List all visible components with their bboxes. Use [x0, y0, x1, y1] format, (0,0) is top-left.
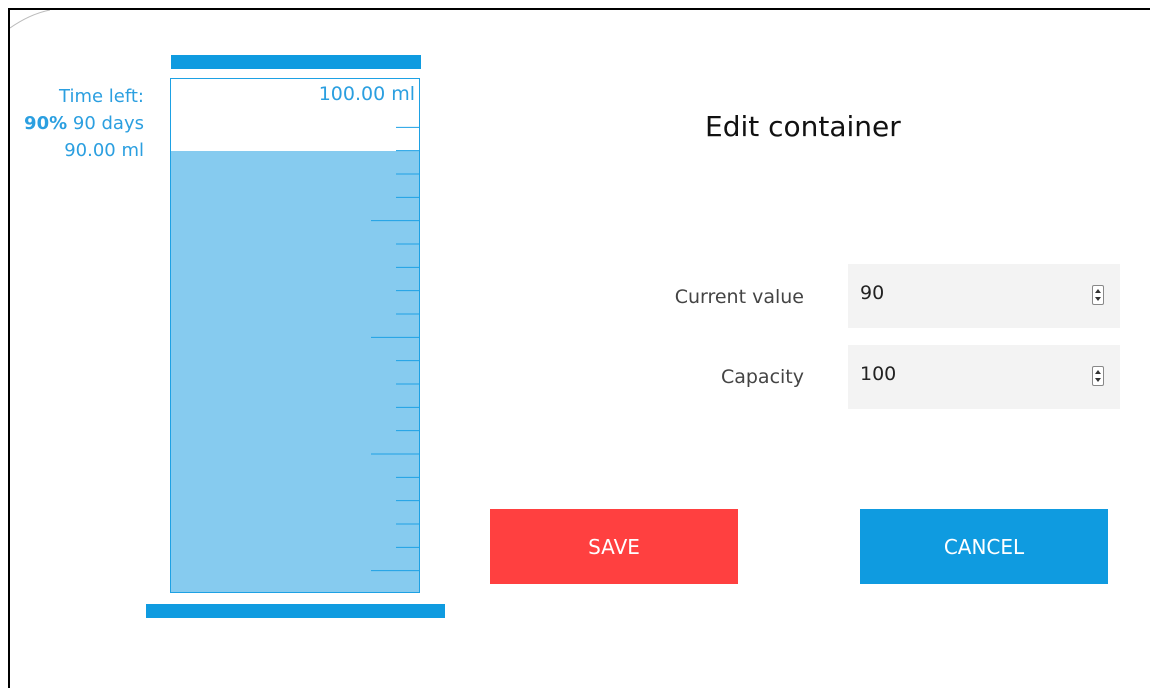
- graduated-cylinder: 100.00 ml: [170, 78, 420, 593]
- current-value-field[interactable]: [848, 264, 1120, 328]
- current-value-spinner[interactable]: [1092, 285, 1104, 305]
- current-volume: 90.00 ml: [64, 140, 144, 161]
- capacity-spinner[interactable]: [1092, 366, 1104, 386]
- time-left-info: Time left: 90% 90 days 90.00 ml: [24, 83, 144, 164]
- frame-corner-decoration: [10, 10, 50, 29]
- capacity-label: Capacity: [720, 366, 804, 388]
- capacity-field[interactable]: [848, 345, 1120, 409]
- current-value-input[interactable]: [860, 282, 1060, 304]
- spinner-down-icon[interactable]: [1095, 297, 1101, 301]
- cylinder-capacity-label: 100.00 ml: [318, 83, 415, 105]
- fill-percent: 90%: [24, 113, 68, 134]
- cylinder-tick-marks: [371, 126, 419, 572]
- spinner-up-icon[interactable]: [1095, 289, 1101, 293]
- time-left-label: Time left:: [59, 86, 144, 107]
- page-title: Edit container: [705, 110, 901, 143]
- percent-days-line: 90% 90 days: [24, 110, 144, 137]
- cylinder-base-bar: [146, 604, 445, 618]
- current-value-label: Current value: [674, 286, 804, 308]
- capacity-input[interactable]: [860, 363, 1060, 385]
- days-left: 90 days: [72, 113, 144, 134]
- spinner-up-icon[interactable]: [1095, 370, 1101, 374]
- save-button[interactable]: SAVE: [490, 509, 738, 584]
- cancel-button[interactable]: CANCEL: [860, 509, 1108, 584]
- cylinder-top-bar: [171, 55, 421, 69]
- spinner-down-icon[interactable]: [1095, 378, 1101, 382]
